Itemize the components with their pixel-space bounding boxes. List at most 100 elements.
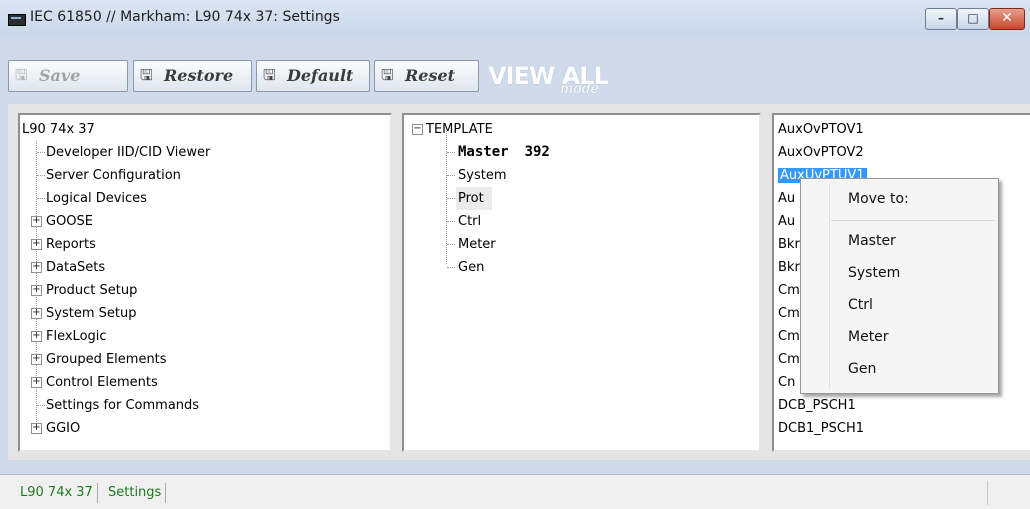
status-mode: Settings (104, 483, 167, 503)
template-item-label: Meter (458, 237, 496, 252)
menu-item-system[interactable]: System (848, 265, 900, 281)
template-item-label: System (458, 168, 507, 183)
tree-connector (447, 221, 455, 222)
template-item[interactable]: Meter (458, 233, 496, 256)
reset-button[interactable]: 🖫 Reset (374, 60, 479, 92)
logical-node-item[interactable]: Bkr (778, 256, 800, 279)
menu-item-gen[interactable]: Gen (848, 361, 876, 377)
logical-node-item[interactable]: Au (778, 187, 795, 210)
logical-node-label: Bkr (778, 260, 800, 275)
expand-icon[interactable]: + (31, 354, 42, 365)
tree-root-template[interactable]: TEMPLATE (426, 118, 493, 141)
expand-icon[interactable]: + (31, 377, 42, 388)
tree-item[interactable]: Developer IID/CID Viewer (46, 141, 210, 164)
tree-item[interactable]: Logical Devices (46, 187, 147, 210)
settings-tree-pane[interactable]: L90 74x 37 Developer IID/CID Viewer Serve… (18, 113, 392, 452)
window-title: IEC 61850 // Markham: L90 74x 37: Settin… (30, 9, 340, 25)
logical-node-label: AuxOvPTOV1 (778, 122, 864, 137)
restore-icon: 🖫 (140, 66, 153, 84)
settings-window: IEC 61850 // Markham: L90 74x 37: Settin… (0, 0, 1030, 509)
title-bar: IEC 61850 // Markham: L90 74x 37: Settin… (0, 0, 1030, 36)
resize-grip-icon[interactable] (987, 481, 1030, 505)
tree-connector (447, 244, 455, 245)
save-icon: 🖫 (15, 66, 28, 84)
expand-icon[interactable]: + (31, 216, 42, 227)
expand-icon[interactable]: + (31, 308, 42, 319)
template-item[interactable]: Gen (458, 256, 484, 279)
tree-connector (447, 267, 455, 268)
tree-item[interactable]: FlexLogic (46, 325, 107, 348)
template-item[interactable]: Master 392 (458, 141, 550, 164)
logical-node-item[interactable]: DCB1_PSCH1 (778, 417, 864, 440)
tree-connector (37, 175, 45, 176)
tree-connector (37, 152, 45, 153)
restore-label: Restore (164, 66, 234, 85)
menu-item-meter[interactable]: Meter (848, 329, 889, 345)
template-tree-pane[interactable]: − TEMPLATE Master 392 System Prot Ctrl Meter G… (402, 113, 761, 452)
logical-node-item[interactable]: Cm (778, 302, 800, 325)
expand-icon[interactable]: + (31, 331, 42, 342)
tree-connector (447, 175, 455, 176)
menu-gutter (829, 183, 830, 389)
logical-node-item[interactable]: Cm (778, 325, 800, 348)
tree-item[interactable]: Grouped Elements (46, 348, 167, 371)
menu-item-master[interactable]: Master (848, 233, 896, 249)
logical-node-label: Cn (778, 375, 796, 390)
expand-icon[interactable]: + (31, 239, 42, 250)
tree-item[interactable]: GOOSE (46, 210, 93, 233)
logical-node-item[interactable]: Cm (778, 279, 800, 302)
tree-connector (447, 152, 455, 153)
close-icon: ✕ (1001, 10, 1013, 26)
tree-item[interactable]: GGIO (46, 417, 80, 440)
save-button[interactable]: 🖫 Save (8, 60, 128, 92)
save-label: Save (39, 66, 81, 85)
tree-connector (37, 405, 45, 406)
menu-item-ctrl[interactable]: Ctrl (848, 297, 873, 313)
logical-node-item[interactable]: Au (778, 210, 795, 233)
template-item-label: Prot (458, 191, 484, 206)
tree-item[interactable]: Settings for Commands (46, 394, 199, 417)
template-item[interactable]: Prot (456, 187, 492, 210)
collapse-icon[interactable]: − (412, 124, 423, 135)
logical-node-label: Au (778, 214, 796, 229)
template-item-count: 392 (524, 144, 550, 160)
template-item-label: Ctrl (458, 214, 482, 229)
minimize-button[interactable]: – (925, 8, 957, 30)
logical-node-item[interactable]: Cm (778, 348, 800, 371)
logical-node-item[interactable]: AuxOvPTOV1 (778, 118, 864, 141)
expand-icon[interactable]: + (31, 285, 42, 296)
logical-node-label: Cm (778, 329, 800, 344)
logical-node-label: Cm (778, 352, 800, 367)
expand-icon[interactable]: + (31, 423, 42, 434)
template-item[interactable]: Ctrl (458, 210, 481, 233)
maximize-button[interactable]: □ (957, 8, 989, 30)
menu-header-move-to: Move to: (848, 191, 909, 207)
status-device: L90 74x 37 (16, 483, 98, 503)
logical-node-item[interactable]: DCB_PSCH1 (778, 394, 856, 417)
logical-node-item[interactable]: AuxOvPTOV2 (778, 141, 864, 164)
tree-connector (37, 198, 45, 199)
minimize-icon: – (938, 11, 944, 25)
close-button[interactable]: ✕ (989, 8, 1025, 30)
tree-item[interactable]: Product Setup (46, 279, 137, 302)
restore-button[interactable]: 🖫 Restore (133, 60, 252, 92)
reset-label: Reset (405, 66, 456, 85)
tree-item[interactable]: DataSets (46, 256, 105, 279)
logical-node-item[interactable]: Cn (778, 371, 795, 394)
template-item[interactable]: System (458, 164, 506, 187)
toolbar: 🖫 Save 🖫 Restore 🖫 Default 🖫 Reset VIEW … (0, 36, 1030, 97)
logical-node-label: Bkr (778, 237, 800, 252)
tree-item[interactable]: Server Configuration (46, 164, 181, 187)
logical-node-label: Cm (778, 283, 800, 298)
tree-item[interactable]: System Setup (46, 302, 136, 325)
template-item-label: Master (458, 144, 509, 160)
logical-node-item[interactable]: Bkr (778, 233, 800, 256)
app-icon (8, 14, 26, 26)
expand-icon[interactable]: + (31, 262, 42, 273)
default-button[interactable]: 🖫 Default (256, 60, 370, 92)
default-label: Default (287, 66, 354, 85)
tree-item[interactable]: Reports (46, 233, 96, 256)
tree-connector (447, 198, 455, 199)
tree-item[interactable]: Control Elements (46, 371, 158, 394)
tree-root-device[interactable]: L90 74x 37 (22, 118, 95, 141)
